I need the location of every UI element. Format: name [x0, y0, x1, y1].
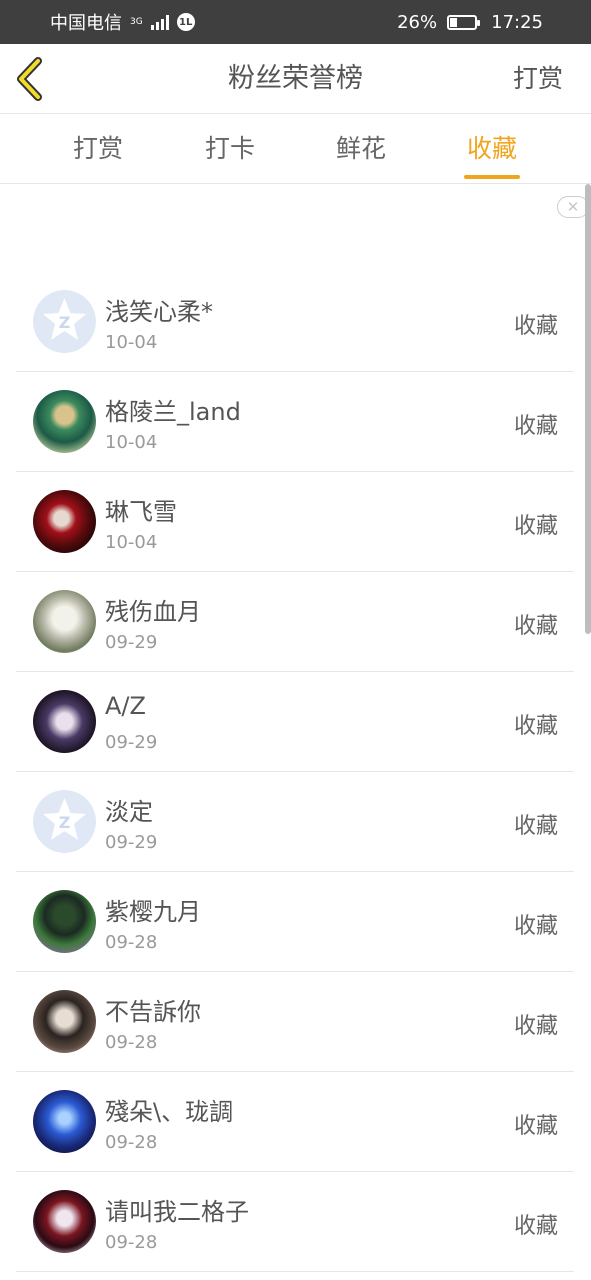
carrier-label: 中国电信 [50, 13, 122, 34]
list-item[interactable]: 不告訴你 09-28 收藏 [16, 972, 574, 1072]
list-item[interactable]: 残伤血月 09-29 收藏 [16, 572, 574, 672]
list-item[interactable]: 殘朵\、珑調 09-28 收藏 [16, 1072, 574, 1172]
tab-collect[interactable]: 收藏 [442, 114, 542, 184]
list-item[interactable]: A/Z 09-29 收藏 [16, 672, 574, 772]
fan-name: 残伤血月 [105, 598, 201, 626]
fan-date: 09-28 [105, 932, 158, 953]
status-left: 中国电信 3G 1L [50, 9, 195, 35]
clock: 17:25 [491, 11, 543, 33]
avatar[interactable] [33, 390, 96, 453]
list-item[interactable]: Z 浅笑心柔* 10-04 收藏 [16, 272, 574, 372]
close-icon: ✕ [566, 198, 580, 216]
fan-list: Z 浅笑心柔* 10-04 收藏 格陵兰_land 10-04 收藏 琳飞雪 10-04 收藏 残伤… [16, 272, 574, 1272]
fan-date: 09-28 [105, 1232, 158, 1253]
action-label: 收藏 [513, 414, 558, 439]
tab-label: 打卡 [204, 134, 255, 163]
list-item[interactable]: 格陵兰_land 10-04 收藏 [16, 372, 574, 472]
fan-name: 紫樱九月 [105, 898, 201, 926]
tab-flowers[interactable]: 鲜花 [311, 114, 411, 184]
tip-button[interactable]: 打赏 [513, 44, 563, 114]
fan-name: 请叫我二格子 [105, 1198, 249, 1226]
tab-checkin[interactable]: 打卡 [180, 114, 280, 184]
title-bar: 粉丝荣誉榜 打赏 [0, 44, 591, 114]
list-item[interactable]: 紫樱九月 09-28 收藏 [16, 872, 574, 972]
chevron-left-icon [17, 57, 42, 101]
fan-date: 10-04 [105, 432, 158, 453]
action-label: 收藏 [513, 1214, 558, 1239]
avatar[interactable] [33, 1090, 96, 1153]
page-title: 粉丝荣誉榜 [228, 63, 363, 94]
fan-date: 09-29 [105, 632, 158, 653]
tab-tip[interactable]: 打赏 [48, 114, 148, 184]
status-right: 26% 17:25 [397, 12, 543, 33]
action-label: 收藏 [513, 714, 558, 739]
action-label: 收藏 [513, 514, 558, 539]
avatar[interactable] [33, 490, 96, 553]
avatar[interactable] [33, 690, 96, 753]
notification-badge-icon: 1L [176, 13, 195, 31]
fan-date: 09-29 [105, 832, 158, 853]
fan-date: 10-04 [105, 532, 158, 553]
action-label: 收藏 [513, 314, 558, 339]
action-label: 收藏 [513, 1114, 558, 1139]
back-button[interactable] [12, 56, 52, 102]
tab-label: 收藏 [466, 134, 517, 163]
fan-date: 09-29 [105, 732, 158, 753]
signal-icon [150, 14, 169, 30]
avatar[interactable] [33, 590, 96, 653]
fan-name: 浅笑心柔* [105, 298, 213, 326]
list-item[interactable]: 琳飞雪 10-04 收藏 [16, 472, 574, 572]
action-label: 收藏 [513, 1014, 558, 1039]
avatar[interactable] [33, 890, 96, 953]
tab-label: 鲜花 [335, 134, 386, 163]
network-type: 3G [130, 17, 143, 27]
tab-label: 打赏 [72, 134, 123, 163]
avatar[interactable]: Z [33, 290, 96, 353]
fan-name: 殘朵\、珑調 [105, 1098, 234, 1126]
avatar[interactable] [33, 1190, 96, 1253]
fan-name: A/Z [105, 692, 146, 720]
list-item[interactable]: Z 淡定 09-29 收藏 [16, 772, 574, 872]
fan-date: 10-04 [105, 332, 158, 353]
fan-date: 09-28 [105, 1032, 158, 1053]
default-avatar-icon: Z [33, 290, 96, 353]
tab-bar: 打赏 打卡 鲜花 收藏 [0, 114, 591, 184]
action-label: 收藏 [513, 914, 558, 939]
svg-text:Z: Z [59, 813, 71, 832]
fan-name: 不告訴你 [105, 998, 201, 1026]
default-avatar-icon: Z [33, 790, 96, 853]
fan-name: 淡定 [105, 798, 153, 826]
action-label: 收藏 [513, 614, 558, 639]
status-bar: 中国电信 3G 1L 26% 17:25 [0, 0, 591, 44]
active-tab-indicator [464, 175, 520, 179]
fan-date: 09-28 [105, 1132, 158, 1153]
fan-name: 琳飞雪 [105, 498, 177, 526]
avatar[interactable] [33, 990, 96, 1053]
action-label: 收藏 [513, 814, 558, 839]
list-item[interactable]: 请叫我二格子 09-28 收藏 [16, 1172, 574, 1272]
fan-name: 格陵兰_land [105, 398, 241, 426]
battery-percent: 26% [397, 11, 438, 33]
svg-text:Z: Z [59, 313, 71, 332]
battery-icon [447, 14, 481, 30]
scrollbar[interactable] [585, 184, 591, 634]
avatar[interactable]: Z [33, 790, 96, 853]
